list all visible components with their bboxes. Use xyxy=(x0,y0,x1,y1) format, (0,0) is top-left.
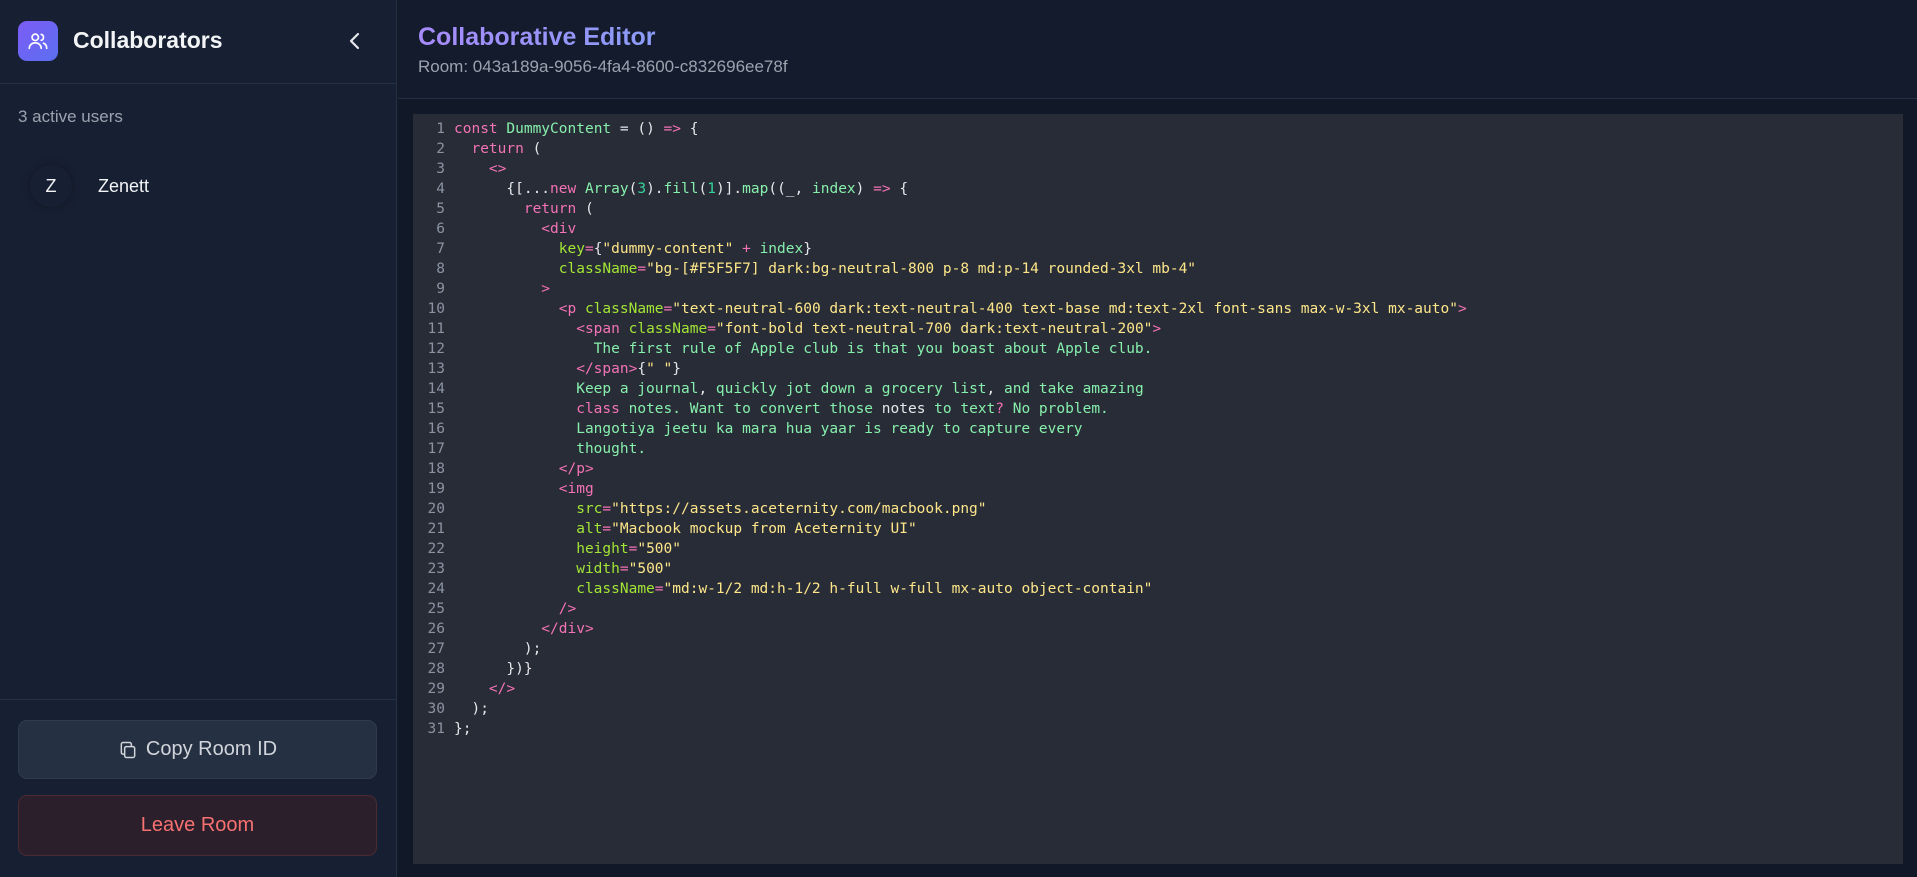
sidebar-header: Collaborators xyxy=(0,0,396,84)
code-editor[interactable]: 1 const DummyContent = () => {2 return (3… xyxy=(413,114,1903,864)
users-icon xyxy=(18,21,58,61)
leave-room-button[interactable]: Leave Room xyxy=(18,795,377,856)
collapse-sidebar-button[interactable] xyxy=(342,27,368,55)
main-header: Collaborative Editor Room: 043a189a-9056… xyxy=(398,0,1917,99)
sidebar-footer: Copy Room ID Leave Room xyxy=(0,699,396,877)
copy-room-id-button[interactable]: Copy Room ID xyxy=(18,720,377,779)
copy-icon xyxy=(120,741,136,758)
leave-room-label: Leave Room xyxy=(140,814,255,836)
sidebar-title: Collaborators xyxy=(73,27,223,53)
avatar: Z xyxy=(30,165,72,207)
active-users-count: 3 active users xyxy=(18,107,123,126)
sidebar: Collaborators 3 active users Z Zenett Co… xyxy=(0,0,397,877)
page-title: Collaborative Editor xyxy=(418,23,656,51)
code-text: }; xyxy=(454,721,472,737)
user-list-item: Z Zenett xyxy=(30,165,370,207)
user-name: Zenett xyxy=(98,175,150,196)
code-line: 31}; xyxy=(413,717,1903,741)
room-id: Room: 043a189a-9056-4fa4-8600-c832696ee7… xyxy=(418,57,788,76)
chevron-left-icon xyxy=(349,32,360,50)
copy-room-id-label: Copy Room ID xyxy=(145,738,278,760)
line-number: 31 xyxy=(427,721,445,737)
